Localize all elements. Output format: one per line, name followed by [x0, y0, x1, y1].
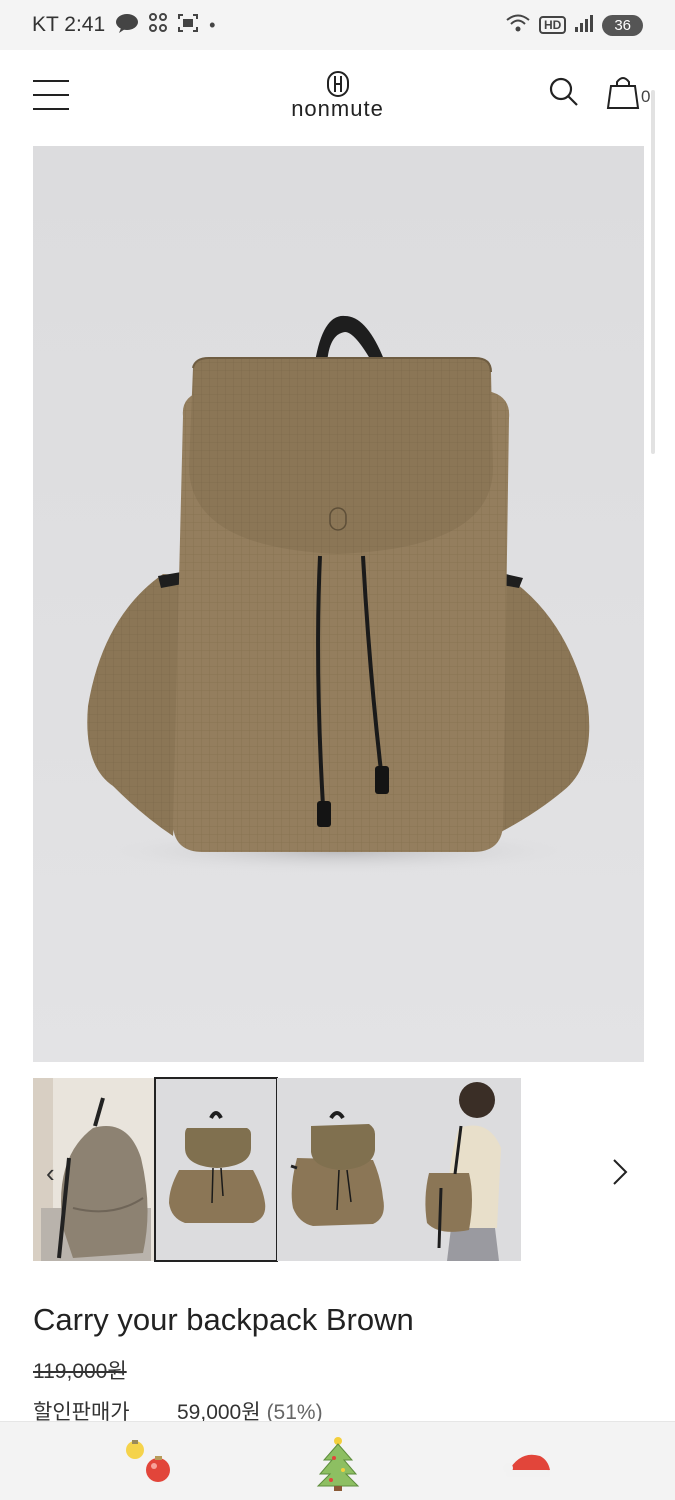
- thumbnail-2[interactable]: [154, 1077, 278, 1262]
- dot-icon: •: [209, 14, 216, 35]
- brand-logo-icon: [326, 70, 350, 98]
- signal-icon: [574, 13, 594, 37]
- status-bar: KT 2:41 • HD 36: [0, 0, 675, 50]
- christmas-tree-icon[interactable]: [310, 1436, 366, 1492]
- chevron-right-icon: [613, 1159, 628, 1185]
- thumbnail-4[interactable]: [399, 1078, 521, 1261]
- product-name: Carry your backpack Brown: [33, 1302, 414, 1337]
- screenshot-icon: [177, 13, 199, 38]
- santa-hat-icon[interactable]: [500, 1436, 556, 1492]
- search-button[interactable]: [548, 76, 580, 108]
- original-price: 119,000원: [33, 1360, 127, 1383]
- thumbnail-strip: [33, 1077, 644, 1262]
- apps-icon: [149, 12, 168, 38]
- main-product-image[interactable]: [33, 146, 644, 1062]
- cart-count: 0: [641, 87, 651, 106]
- search-icon: [549, 77, 578, 106]
- scrollbar[interactable]: [651, 90, 655, 454]
- thumbnail-3[interactable]: [277, 1078, 399, 1261]
- battery-indicator: 36: [602, 14, 643, 36]
- thumbnail-prev-button[interactable]: ‹: [46, 1158, 55, 1189]
- bottom-bar: [0, 1421, 675, 1500]
- ornament-bulb-icon[interactable]: [120, 1436, 176, 1492]
- shopping-bag-icon: [606, 77, 640, 109]
- cart-button[interactable]: [606, 74, 640, 110]
- carrier-time: KT 2:41: [32, 13, 106, 36]
- thumbnail-next-button[interactable]: [608, 1155, 632, 1189]
- talk-icon: [115, 13, 139, 38]
- wifi-icon: [505, 13, 531, 37]
- site-header: nonmute 0: [0, 50, 675, 142]
- hd-icon: HD: [538, 16, 567, 34]
